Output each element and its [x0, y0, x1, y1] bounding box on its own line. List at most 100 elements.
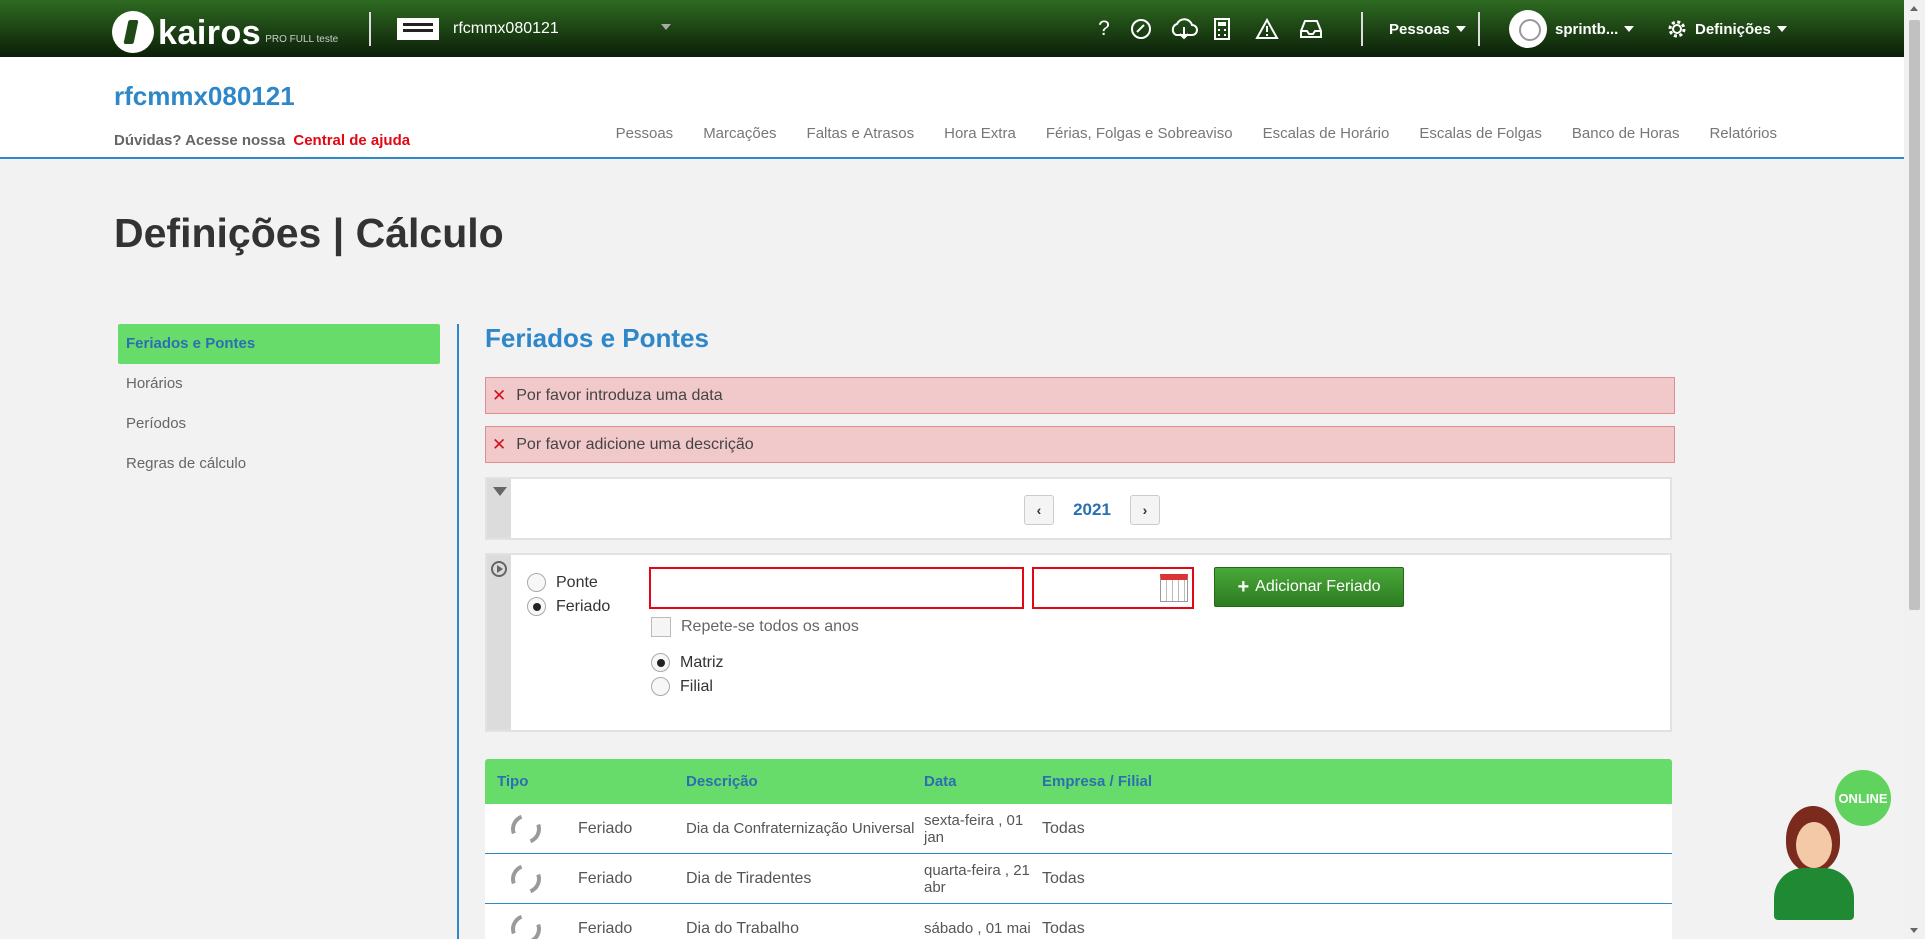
- row-description: Dia do Trabalho: [686, 919, 799, 937]
- column-empresa[interactable]: Empresa / Filial: [1042, 773, 1242, 790]
- people-menu[interactable]: Pessoas: [1389, 16, 1466, 42]
- play-circle-icon[interactable]: [491, 561, 507, 577]
- radio-label: Ponte: [556, 573, 598, 591]
- company-selector-label: rfcmmx080121: [453, 20, 559, 37]
- building-icon: [397, 18, 439, 40]
- inbox-icon[interactable]: [1298, 16, 1324, 42]
- nav-item-marcacoes[interactable]: Marcações: [703, 125, 776, 142]
- separator: [369, 12, 371, 46]
- calculator-icon[interactable]: [1212, 16, 1232, 42]
- repeat-yearly-checkbox[interactable]: Repete-se todos os anos: [651, 617, 859, 637]
- separator: [1478, 12, 1480, 46]
- nav-item-ferias[interactable]: Férias, Folgas e Sobreaviso: [1046, 125, 1233, 142]
- help-prompt: Dúvidas? Acesse nossa: [114, 132, 286, 149]
- page-scrollbar[interactable]: [1904, 0, 1925, 939]
- error-alert-description: ✕ Por favor adicione uma descrição: [485, 426, 1675, 463]
- chevron-down-icon: [1455, 26, 1466, 32]
- settings-menu[interactable]: Definições: [1665, 16, 1787, 42]
- nav-item-relatorios[interactable]: Relatórios: [1709, 125, 1777, 142]
- calendar-icon[interactable]: [1160, 574, 1188, 602]
- kairos-logo[interactable]: kairos PRO FULL teste: [112, 5, 338, 53]
- row-scope: Todas: [1042, 869, 1085, 887]
- radio-button[interactable]: [527, 597, 546, 616]
- nav-item-pessoas[interactable]: Pessoas: [616, 125, 674, 142]
- user-menu[interactable]: sprintb...: [1509, 10, 1635, 48]
- next-year-button[interactable]: ›: [1130, 495, 1160, 525]
- people-menu-label: Pessoas: [1389, 20, 1450, 38]
- date-field[interactable]: [1032, 567, 1194, 609]
- radio-label: Matriz: [680, 653, 724, 671]
- table-row: Feriado Dia do Trabalho sábado , 01 mai …: [485, 904, 1672, 939]
- row-scope: Todas: [1042, 819, 1085, 837]
- refresh-icon: [506, 858, 546, 899]
- prev-year-button[interactable]: ‹: [1024, 495, 1054, 525]
- column-descricao[interactable]: Descrição: [686, 773, 924, 790]
- support-icon[interactable]: [1128, 16, 1154, 42]
- online-badge[interactable]: ONLINE: [1835, 770, 1891, 826]
- refresh-icon: [506, 908, 546, 939]
- company-selector[interactable]: rfcmmx080121: [397, 12, 677, 46]
- row-date: quarta-feira , 21 abr: [924, 861, 1030, 896]
- chevron-down-icon: [1624, 26, 1635, 32]
- holidays-table: Tipo Descrição Data Empresa / Filial Fer…: [485, 759, 1672, 939]
- sidebar-item-periodos[interactable]: Períodos: [118, 404, 440, 444]
- nav-item-banco-horas[interactable]: Banco de Horas: [1572, 125, 1680, 142]
- add-holiday-label: Adicionar Feriado: [1255, 578, 1381, 595]
- radio-filial[interactable]: Filial: [651, 677, 713, 696]
- radio-button[interactable]: [651, 677, 670, 696]
- row-scope: Todas: [1042, 919, 1085, 937]
- scroll-up-icon[interactable]: [1910, 6, 1918, 11]
- logo-mark-icon: [112, 11, 154, 53]
- scroll-thumb[interactable]: [1909, 20, 1920, 610]
- radio-label: Filial: [680, 677, 713, 695]
- page-header: rfcmmx080121 Dúvidas? Acesse nossa Centr…: [0, 57, 1904, 159]
- description-input[interactable]: [649, 567, 1024, 609]
- sidebar-item-horarios[interactable]: Horários: [118, 364, 440, 404]
- settings-sidebar: Feriados e Pontes Horários Períodos Regr…: [118, 324, 440, 484]
- radio-button[interactable]: [651, 653, 670, 672]
- gear-icon: [1668, 20, 1686, 38]
- row-type: Feriado: [578, 919, 633, 937]
- main-nav: Pessoas Marcações Faltas e Atrasos Hora …: [616, 125, 1777, 142]
- add-holiday-form: Ponte Feriado + Adicionar Feriado Repete…: [485, 553, 1672, 732]
- nav-item-escalas-horario[interactable]: Escalas de Horário: [1263, 125, 1390, 142]
- sidebar-item-feriados[interactable]: Feriados e Pontes: [118, 324, 440, 364]
- section-title: Feriados e Pontes: [485, 323, 709, 353]
- online-chat-widget[interactable]: ONLINE: [1766, 770, 1891, 920]
- column-data[interactable]: Data: [924, 773, 1042, 790]
- filter-icon[interactable]: [493, 487, 507, 496]
- table-header: Tipo Descrição Data Empresa / Filial: [485, 759, 1672, 804]
- help-icon[interactable]: ?: [1094, 16, 1114, 42]
- sidebar-item-regras[interactable]: Regras de cálculo: [118, 444, 440, 484]
- checkbox-label: Repete-se todos os anos: [681, 618, 859, 635]
- radio-button[interactable]: [527, 573, 546, 592]
- row-type: Feriado: [578, 869, 633, 887]
- table-row: Feriado Dia da Confraternização Universa…: [485, 804, 1672, 854]
- radio-feriado[interactable]: Feriado: [527, 597, 610, 616]
- error-alert-text: Por favor adicione uma descrição: [516, 435, 754, 453]
- cloud-download-icon[interactable]: [1168, 16, 1200, 42]
- scroll-down-icon[interactable]: [1910, 928, 1918, 933]
- row-description: Dia da Confraternização Universal: [686, 820, 915, 837]
- warning-icon[interactable]: [1254, 16, 1280, 42]
- repeat-cell: [485, 858, 578, 899]
- nav-item-escalas-folgas[interactable]: Escalas de Folgas: [1419, 125, 1542, 142]
- user-menu-label: sprintb...: [1555, 20, 1619, 38]
- checkbox[interactable]: [651, 617, 671, 637]
- help-center-link[interactable]: Central de ajuda: [293, 132, 410, 149]
- brand-name: kairos: [158, 14, 262, 52]
- chat-agent-body: [1774, 868, 1854, 920]
- radio-matriz[interactable]: Matriz: [651, 653, 724, 672]
- row-type: Feriado: [578, 819, 633, 837]
- divider: [457, 324, 459, 939]
- nav-item-faltas[interactable]: Faltas e Atrasos: [807, 125, 915, 142]
- row-date: sexta-feira , 01 jan: [924, 811, 1024, 846]
- column-tipo[interactable]: Tipo: [485, 773, 686, 790]
- add-holiday-button[interactable]: + Adicionar Feriado: [1214, 567, 1404, 607]
- company-title: rfcmmx080121: [114, 81, 295, 111]
- error-alert-date: ✕ Por favor introduza uma data: [485, 377, 1675, 414]
- panel-gutter: [487, 555, 511, 730]
- nav-item-hora-extra[interactable]: Hora Extra: [944, 125, 1016, 142]
- year-label: 2021: [1073, 500, 1111, 519]
- radio-ponte[interactable]: Ponte: [527, 573, 598, 592]
